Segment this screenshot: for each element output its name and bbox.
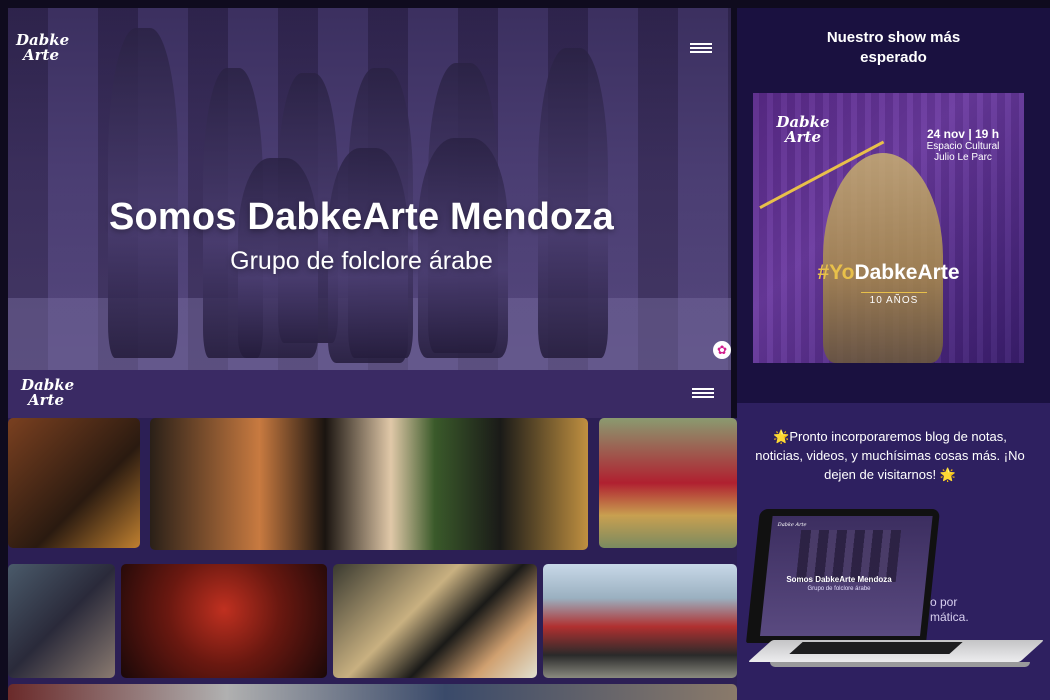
poster-hands-image <box>823 153 943 363</box>
show-poster[interactable]: Dabke Arte 24 nov | 19 h Espacio Cultura… <box>753 93 1024 363</box>
hero-title: Somos DabkeArte Mendoza <box>108 196 615 238</box>
announcement-text: 🌟Pronto incorporaremos blog de notas, no… <box>755 429 1025 482</box>
site-logo-secondary[interactable]: Dabke Arte <box>21 378 74 409</box>
gallery-photo[interactable] <box>333 564 537 678</box>
gallery-photo[interactable] <box>121 564 327 678</box>
hero-subtitle: Grupo de folclore árabe <box>230 247 493 275</box>
laptop-edge <box>770 662 1030 667</box>
partial-text-line: o por <box>930 595 958 609</box>
hero-banner <box>8 8 731 370</box>
laptop-keyboard <box>789 642 963 654</box>
gallery-photo[interactable] <box>8 564 115 678</box>
photo-gallery <box>8 418 737 700</box>
gallery-photo[interactable] <box>599 418 737 548</box>
poster-hashtag: #YoDabkeArte <box>753 261 1024 285</box>
poster-event-info: 24 nov | 19 h Espacio Cultural Julio Le … <box>913 127 1013 163</box>
hashtag-rest: DabkeArte <box>854 261 960 284</box>
gallery-photo[interactable] <box>8 418 140 548</box>
dancer-figure <box>108 28 178 358</box>
partial-text-line: mática. <box>930 610 969 624</box>
gallery-photo[interactable] <box>8 684 737 700</box>
gallery-photo[interactable] <box>150 418 588 550</box>
mini-subtitle: Grupo de folclore árabe <box>807 586 871 592</box>
poster-venue: Espacio Cultural <box>926 141 1000 152</box>
logo-line: Arte <box>22 46 59 64</box>
mini-logo: Dabke Arte <box>777 522 807 528</box>
chat-widget-icon[interactable]: ✿ <box>713 341 731 359</box>
title-line: esperado <box>860 49 927 66</box>
logo-line: Arte <box>784 128 821 146</box>
hashtag-prefix: #Yo <box>817 261 855 284</box>
partial-text: o por mática. <box>930 595 1040 625</box>
poster-anniversary: 10 AÑOS <box>861 292 927 306</box>
featured-show-title: Nuestro show más esperado <box>737 28 1050 68</box>
poster-logo: Dabke Arte <box>775 115 831 145</box>
gallery-photo[interactable] <box>543 564 737 678</box>
mini-title: Somos DabkeArte Mendoza <box>786 575 892 584</box>
site-logo[interactable]: Dabke Arte <box>16 33 69 64</box>
menu-icon-secondary[interactable] <box>692 388 714 398</box>
secondary-navbar <box>8 370 731 418</box>
logo-line: Arte <box>27 391 64 409</box>
menu-icon[interactable] <box>690 43 712 53</box>
poster-date: 24 nov | 19 h <box>926 127 1000 141</box>
title-line: Nuestro show más <box>826 29 961 46</box>
poster-venue: Julio Le Parc <box>934 152 992 163</box>
